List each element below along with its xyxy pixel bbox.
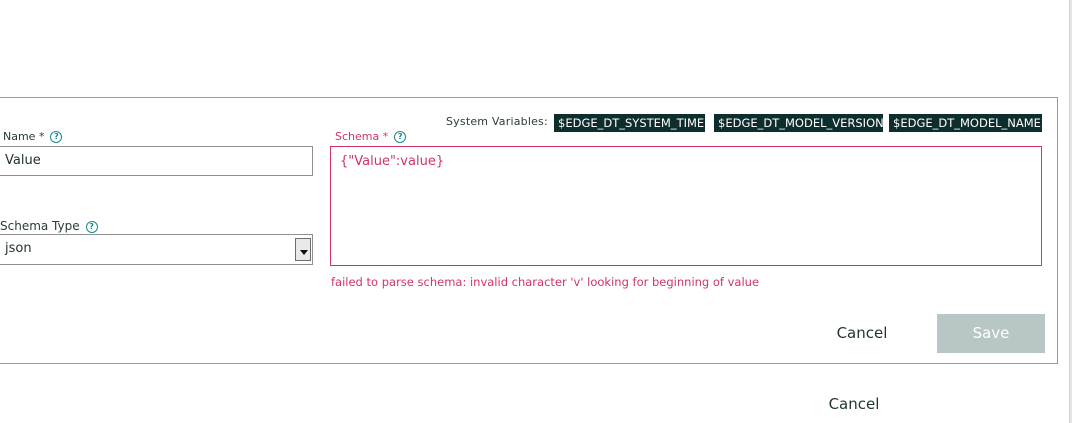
- dialog-cancel-button[interactable]: Cancel: [814, 393, 894, 415]
- schema-label-text: Schema *: [335, 130, 389, 143]
- name-label-text: Name *: [3, 130, 45, 143]
- system-variable-chip[interactable]: $EDGE_DT_MODEL_NAME: [889, 114, 1042, 132]
- schema-error-message: failed to parse schema: invalid characte…: [331, 275, 760, 289]
- schema-type-selected-value: json: [5, 241, 32, 256]
- chevron-down-icon[interactable]: [295, 238, 311, 261]
- cancel-button[interactable]: Cancel: [822, 322, 902, 344]
- schema-field-label: Schema *?: [335, 130, 407, 143]
- schema-type-label-text: Schema Type: [0, 219, 80, 233]
- help-icon[interactable]: ?: [394, 131, 407, 143]
- schema-type-select[interactable]: json: [0, 234, 313, 265]
- save-button[interactable]: Save: [937, 314, 1045, 353]
- schema-textarea[interactable]: {"Value":value}: [330, 146, 1042, 266]
- system-variable-chip[interactable]: $EDGE_DT_SYSTEM_TIME: [554, 114, 705, 132]
- schema-type-field-label: Schema Type?: [0, 219, 98, 233]
- system-variables-label: System Variables:: [446, 115, 548, 128]
- name-field-label: Name *?: [3, 130, 63, 143]
- name-input[interactable]: Value: [0, 146, 313, 176]
- schema-textarea-value: {"Value":value}: [340, 154, 445, 169]
- help-icon[interactable]: ?: [85, 220, 98, 233]
- system-variable-chip[interactable]: $EDGE_DT_MODEL_VERSION: [714, 114, 884, 132]
- help-icon[interactable]: ?: [50, 131, 63, 143]
